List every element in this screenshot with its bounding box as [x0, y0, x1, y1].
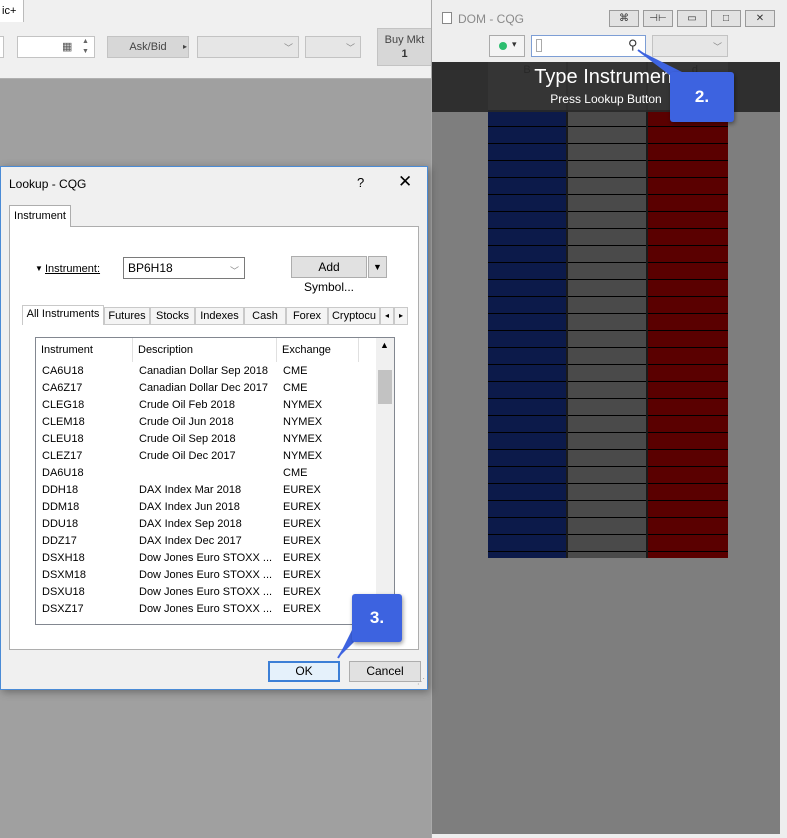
step3-badge: 3.: [352, 594, 402, 642]
step3-pointer: [337, 625, 366, 659]
